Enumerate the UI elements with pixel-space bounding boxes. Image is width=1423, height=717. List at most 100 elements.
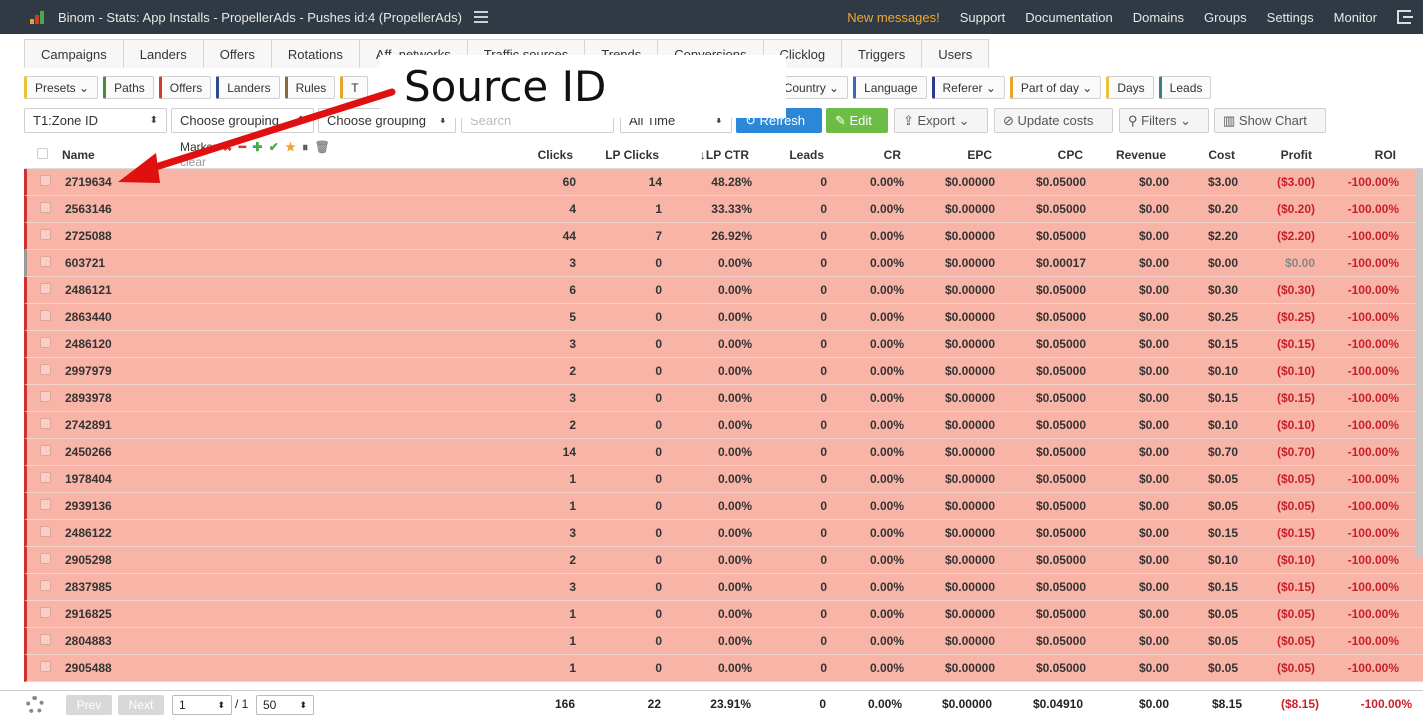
- table-row[interactable]: 2719634 60 14 48.28% 0 0.00% $0.00000 $0.05000 $…: [24, 169, 1423, 196]
- row-checkbox[interactable]: [27, 364, 63, 378]
- row-name[interactable]: 2450266: [63, 445, 183, 459]
- gear-icon[interactable]: [26, 696, 44, 714]
- header-leads[interactable]: Leads: [749, 148, 824, 162]
- header-cr[interactable]: CR: [824, 148, 901, 162]
- row-checkbox[interactable]: [27, 445, 63, 459]
- header-epc[interactable]: EPC: [901, 148, 992, 162]
- table-row[interactable]: 2486122 3 0 0.00% 0 0.00% $0.00000 $0.05000 $0.0…: [24, 520, 1423, 547]
- logout-icon[interactable]: [1397, 10, 1413, 24]
- tab-rotations[interactable]: Rotations: [270, 39, 360, 68]
- table-row[interactable]: 603721 3 0 0.00% 0 0.00% $0.00000 $0.00017 $0.00…: [24, 250, 1423, 277]
- settings-link[interactable]: Settings: [1267, 10, 1314, 25]
- filter-button[interactable]: Leads: [1158, 76, 1212, 99]
- mark-cross-icon[interactable]: ✖: [222, 140, 232, 154]
- row-checkbox[interactable]: [27, 256, 63, 270]
- filter-button[interactable]: Language: [853, 76, 927, 99]
- filter-button[interactable]: Rules: [284, 76, 336, 99]
- header-profit[interactable]: Profit: [1235, 148, 1312, 162]
- table-row[interactable]: 2563146 4 1 33.33% 0 0.00% $0.00000 $0.05000 $0.…: [24, 196, 1423, 223]
- row-name[interactable]: 2486121: [63, 283, 183, 297]
- trash-icon[interactable]: 🗑: [315, 140, 330, 154]
- row-checkbox[interactable]: [27, 553, 63, 567]
- show-chart-button[interactable]: ▥ Show Chart: [1214, 108, 1326, 133]
- support-link[interactable]: Support: [960, 10, 1006, 25]
- header-revenue[interactable]: Revenue: [1083, 148, 1166, 162]
- documentation-link[interactable]: Documentation: [1025, 10, 1112, 25]
- mark-star-icon[interactable]: ★: [285, 140, 296, 154]
- tab-users[interactable]: Users: [921, 39, 990, 68]
- table-row[interactable]: 2725088 44 7 26.92% 0 0.00% $0.00000 $0.05000 $0…: [24, 223, 1423, 250]
- filter-button[interactable]: Days: [1106, 76, 1154, 99]
- select-all-checkbox[interactable]: [24, 147, 60, 162]
- filter-button[interactable]: Paths: [103, 76, 154, 99]
- table-row[interactable]: 2893978 3 0 0.00% 0 0.00% $0.00000 $0.05000 $0.0…: [24, 385, 1423, 412]
- row-name[interactable]: 2997979: [63, 364, 183, 378]
- tab-campaigns[interactable]: Campaigns: [24, 39, 124, 68]
- filter-button[interactable]: Offers: [158, 76, 212, 99]
- table-row[interactable]: 2486120 3 0 0.00% 0 0.00% $0.00000 $0.05000 $0.0…: [24, 331, 1423, 358]
- header-cost[interactable]: Cost: [1166, 148, 1235, 162]
- table-row[interactable]: 2916825 1 0 0.00% 0 0.00% $0.00000 $0.05000 $0.0…: [24, 601, 1423, 628]
- header-lp-ctr[interactable]: ↓LP CTR: [659, 148, 749, 162]
- mark-pause-icon[interactable]: ⏸: [302, 140, 308, 154]
- row-name[interactable]: 2916825: [63, 607, 183, 621]
- row-checkbox[interactable]: [27, 310, 63, 324]
- row-checkbox[interactable]: [27, 526, 63, 540]
- tab-offers[interactable]: Offers: [202, 39, 272, 68]
- row-name[interactable]: 2563146: [63, 202, 183, 216]
- marks-clear-link[interactable]: clear: [180, 155, 206, 169]
- row-name[interactable]: 1978404: [63, 472, 183, 486]
- row-checkbox[interactable]: [27, 391, 63, 405]
- binom-logo-icon[interactable]: [30, 10, 50, 24]
- table-row[interactable]: 2486121 6 0 0.00% 0 0.00% $0.00000 $0.05000 $0.0…: [24, 277, 1423, 304]
- table-row[interactable]: 2804883 1 0 0.00% 0 0.00% $0.00000 $0.05000 $0.0…: [24, 628, 1423, 655]
- table-row[interactable]: 2905298 2 0 0.00% 0 0.00% $0.00000 $0.05000 $0.0…: [24, 547, 1423, 574]
- row-checkbox[interactable]: [27, 337, 63, 351]
- mark-plus-icon[interactable]: ✚: [252, 140, 262, 154]
- row-checkbox[interactable]: [27, 175, 63, 189]
- row-name[interactable]: 2893978: [63, 391, 183, 405]
- table-row[interactable]: 2939136 1 0 0.00% 0 0.00% $0.00000 $0.05000 $0.0…: [24, 493, 1423, 520]
- row-checkbox[interactable]: [27, 499, 63, 513]
- row-checkbox[interactable]: [27, 418, 63, 432]
- row-name[interactable]: 2905298: [63, 553, 183, 567]
- filters-button[interactable]: ⚲ Filters ⌄: [1119, 108, 1209, 133]
- header-cpc[interactable]: CPC: [992, 148, 1083, 162]
- tab-landers[interactable]: Landers: [122, 39, 204, 68]
- export-button[interactable]: ⇪ Export ⌄: [894, 108, 988, 133]
- table-row[interactable]: 1978404 1 0 0.00% 0 0.00% $0.00000 $0.05000 $0.0…: [24, 466, 1423, 493]
- update-costs-button[interactable]: ⊘ Update costs: [994, 108, 1113, 133]
- per-page-select[interactable]: 50 ⬍: [256, 695, 314, 715]
- grouping-select-2[interactable]: Choose grouping ⬍: [171, 108, 314, 133]
- row-name[interactable]: 2486122: [63, 526, 183, 540]
- filter-button[interactable]: Presets ⌄: [24, 76, 99, 99]
- tab-triggers[interactable]: Triggers: [841, 39, 923, 68]
- filter-button[interactable]: Referer ⌄: [931, 76, 1005, 99]
- row-checkbox[interactable]: [27, 580, 63, 594]
- row-name[interactable]: 2725088: [63, 229, 183, 243]
- table-row[interactable]: 2450266 14 0 0.00% 0 0.00% $0.00000 $0.05000 $0.…: [24, 439, 1423, 466]
- row-name[interactable]: 2742891: [63, 418, 183, 432]
- page-number-input[interactable]: 1 ⬍: [172, 695, 232, 715]
- row-name[interactable]: 2863440: [63, 310, 183, 324]
- domains-link[interactable]: Domains: [1133, 10, 1184, 25]
- row-name[interactable]: 2486120: [63, 337, 183, 351]
- table-row[interactable]: 2742891 2 0 0.00% 0 0.00% $0.00000 $0.05000 $0.0…: [24, 412, 1423, 439]
- filter-button[interactable]: T: [340, 76, 368, 99]
- row-name[interactable]: 2905488: [63, 661, 183, 675]
- row-checkbox[interactable]: [27, 607, 63, 621]
- filter-button[interactable]: Part of day ⌄: [1009, 76, 1102, 99]
- table-row[interactable]: 2863440 5 0 0.00% 0 0.00% $0.00000 $0.05000 $0.0…: [24, 304, 1423, 331]
- table-row[interactable]: 2837985 3 0 0.00% 0 0.00% $0.00000 $0.05000 $0.0…: [24, 574, 1423, 601]
- header-name[interactable]: Name: [60, 148, 180, 162]
- row-name[interactable]: 2719634: [63, 175, 183, 189]
- list-menu-icon[interactable]: [473, 11, 488, 23]
- row-checkbox[interactable]: [27, 202, 63, 216]
- next-button[interactable]: Next: [118, 695, 164, 715]
- row-checkbox[interactable]: [27, 472, 63, 486]
- row-name[interactable]: 2837985: [63, 580, 183, 594]
- filter-button[interactable]: Landers: [216, 76, 280, 99]
- new-messages-link[interactable]: New messages!: [847, 10, 939, 25]
- table-row[interactable]: 2905488 1 0 0.00% 0 0.00% $0.00000 $0.05000 $0.0…: [24, 655, 1423, 682]
- row-checkbox[interactable]: [27, 229, 63, 243]
